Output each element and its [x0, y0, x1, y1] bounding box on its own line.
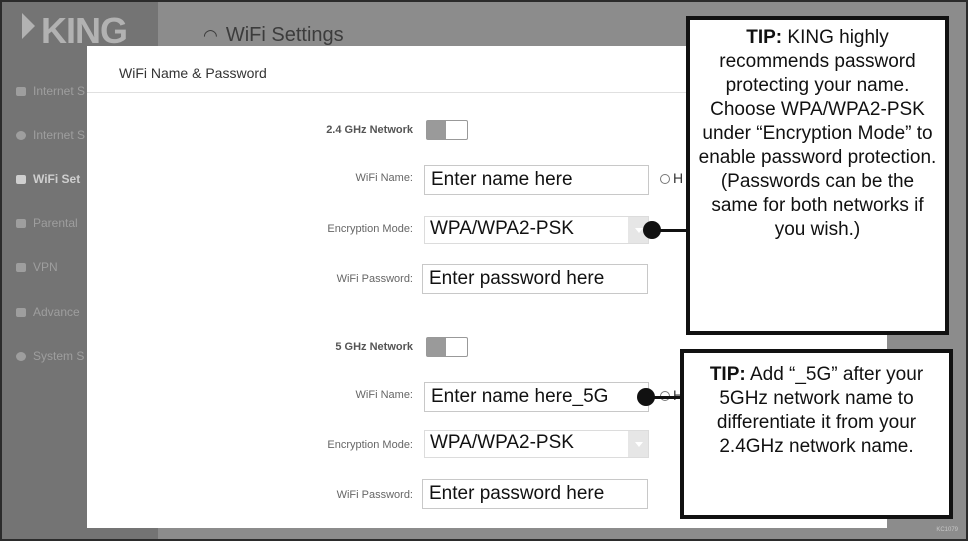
net24-wifi-name-input[interactable] [424, 165, 649, 195]
net24-label: 2.4 GHz Network [326, 124, 413, 136]
sidebar-item-advanced[interactable]: Advance [16, 305, 80, 319]
net24-hide-radio[interactable] [660, 174, 670, 184]
sidebar-item-internet-setup[interactable]: Internet S [16, 84, 85, 98]
net24-hide-label: H [673, 170, 684, 186]
toggle-knob [427, 121, 446, 139]
family-icon [16, 219, 26, 228]
net24-toggle[interactable] [426, 120, 468, 140]
net5-wifi-name-label: WiFi Name: [355, 389, 413, 401]
net5-wifi-name-input[interactable] [424, 382, 649, 412]
sidebar-item-internet-status[interactable]: Internet S [16, 128, 85, 142]
page-title: ◠ WiFi Settings [203, 24, 344, 46]
vpn-icon [16, 263, 26, 272]
wifi-icon: ◠ [203, 26, 218, 45]
sidebar-item-parental[interactable]: Parental [16, 216, 78, 230]
net24-encryption-select[interactable]: WPA/WPA2-PSK [424, 216, 649, 244]
tip-5g-callout: TIP: Add “_5G” after your 5GHz network n… [680, 349, 953, 519]
screen-frame: KING Internet S Internet S WiFi Set Pare… [0, 0, 968, 541]
net24-password-label: WiFi Password: [336, 273, 413, 285]
net24-password-input[interactable] [422, 264, 648, 294]
sidebar-item-system[interactable]: System S [16, 349, 84, 363]
net5-password-input[interactable] [422, 479, 648, 509]
sidebar-item-vpn[interactable]: VPN [16, 260, 58, 274]
net5-encryption-label: Encryption Mode: [327, 439, 413, 451]
net5-password-label: WiFi Password: [336, 489, 413, 501]
modal-title: WiFi Name & Password [119, 65, 267, 81]
chevron-down-icon [628, 431, 648, 457]
net5-toggle[interactable] [426, 337, 468, 357]
toggle-knob [427, 338, 446, 356]
document-code: KC1079 [936, 527, 958, 533]
tip-password-callout: TIP: KING highly recommends password pro… [686, 16, 949, 335]
net5-encryption-select[interactable]: WPA/WPA2-PSK [424, 430, 649, 458]
net24-wifi-name-label: WiFi Name: [355, 172, 413, 184]
lock-icon [16, 87, 26, 96]
wifi-icon [16, 175, 26, 184]
sidebar-item-wifi-settings[interactable]: WiFi Set [16, 172, 80, 186]
callout-line [653, 396, 683, 399]
globe-icon [16, 131, 26, 140]
tools-icon [16, 308, 26, 317]
gear-icon [16, 352, 26, 361]
net24-encryption-label: Encryption Mode: [327, 223, 413, 235]
callout-line [659, 229, 689, 232]
net5-label: 5 GHz Network [335, 341, 413, 353]
play-icon [22, 13, 35, 39]
